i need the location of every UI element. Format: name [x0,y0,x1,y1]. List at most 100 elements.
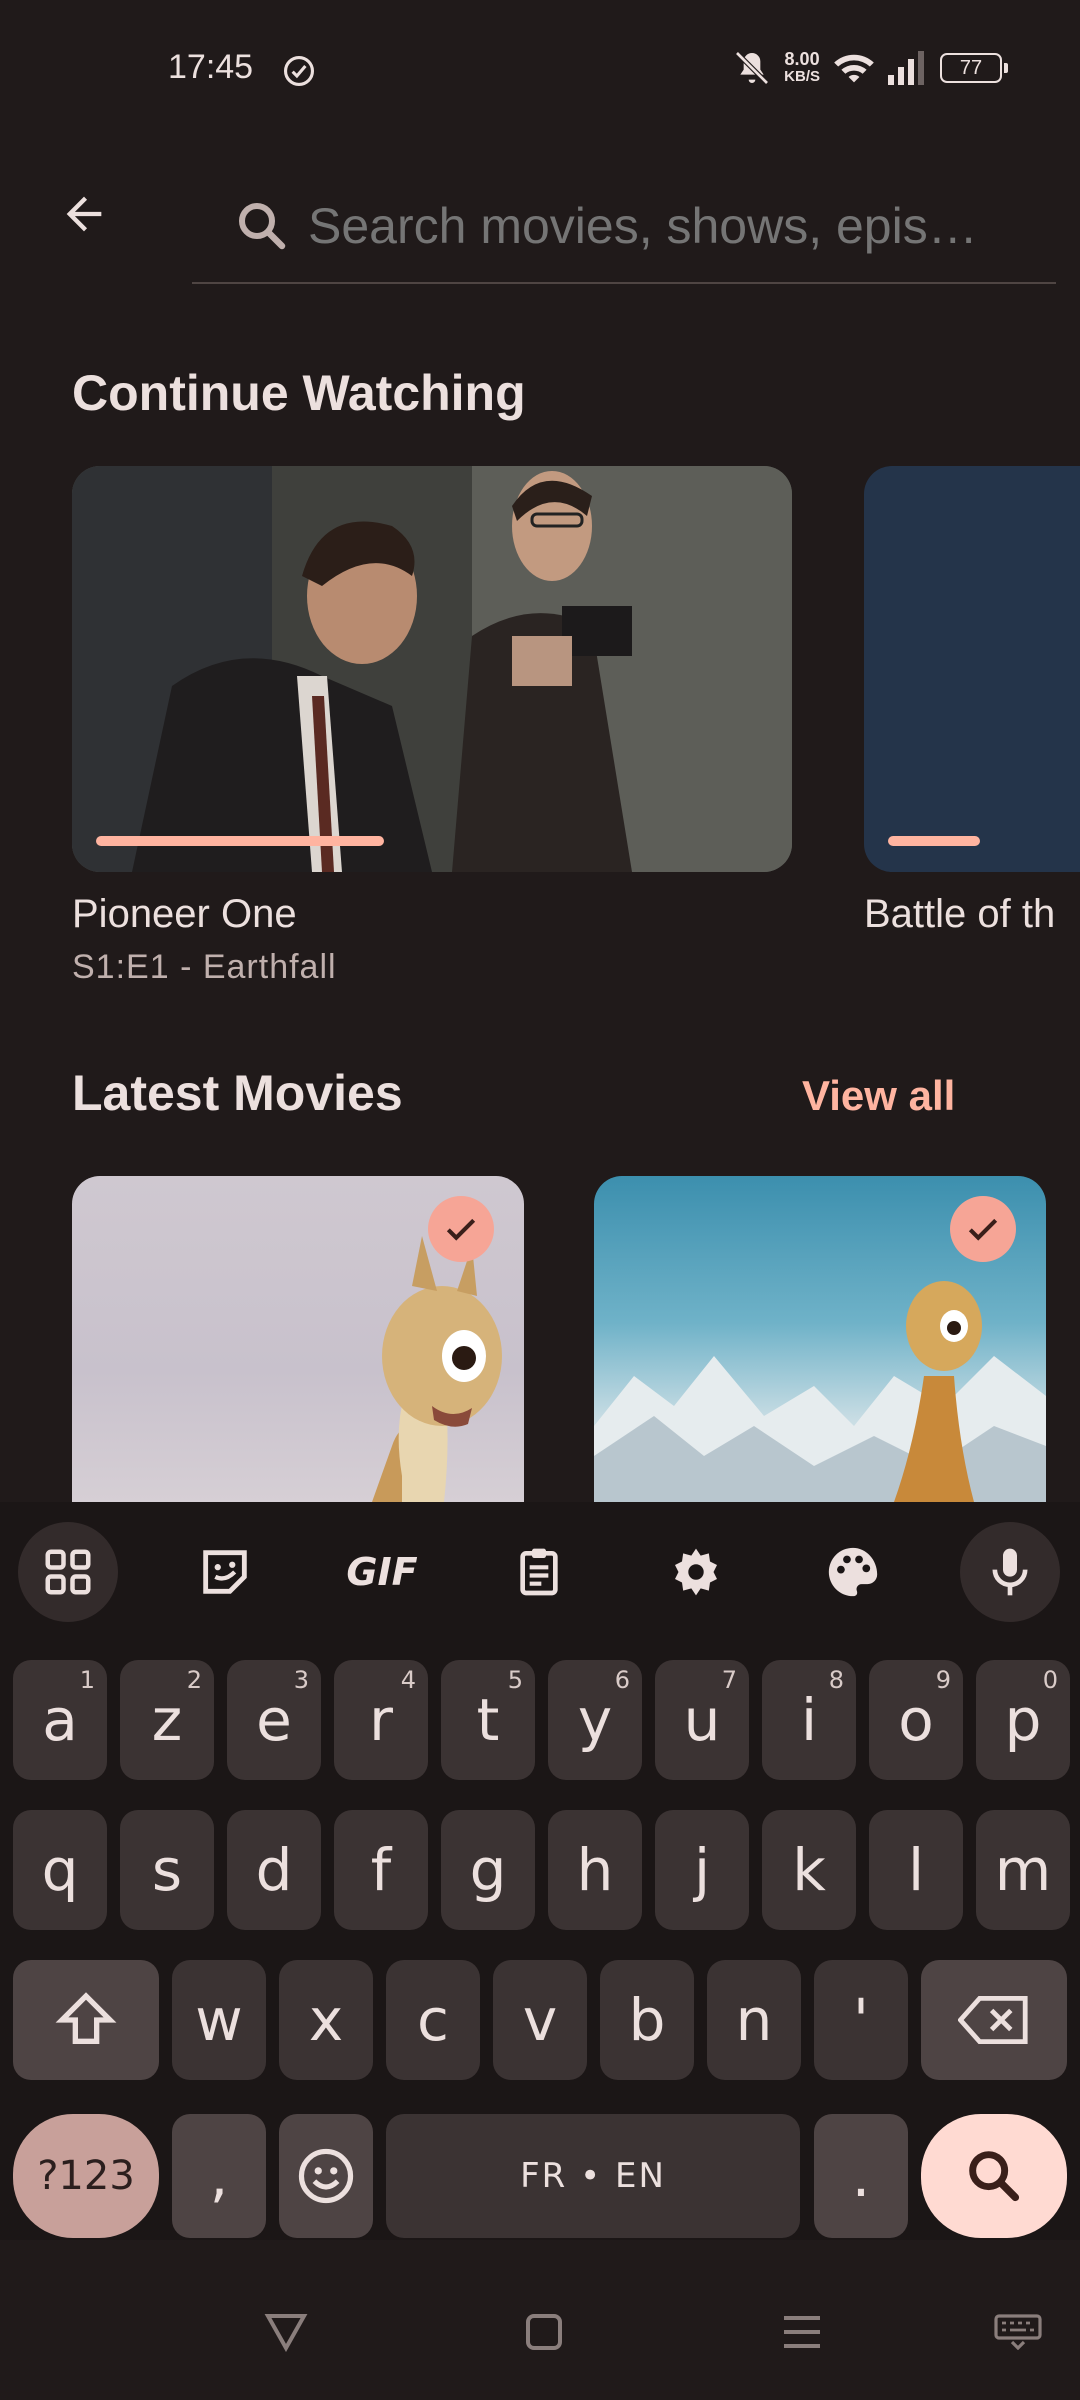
key-u[interactable]: u7 [655,1660,749,1780]
clipboard-button[interactable] [489,1522,589,1622]
bell-off-icon [735,51,769,85]
key-label: a [42,1686,78,1754]
continue-watching-card[interactable] [72,466,792,872]
keyboard-hide-icon[interactable] [994,2314,1042,2350]
key-apostrophe[interactable]: ' [814,1960,908,2080]
check-icon [968,1218,998,1241]
search-icon [969,2151,1020,2202]
watch-progress-bar [888,836,980,846]
key-label: u [683,1686,721,1754]
nav-back-icon[interactable] [264,2312,308,2352]
status-time: 17:45 [168,48,254,86]
search-action-key[interactable] [921,2114,1067,2238]
shift-icon [55,1992,117,2044]
sticker-button[interactable] [175,1522,275,1622]
search-input[interactable] [308,197,1048,255]
symbols-key[interactable]: ?123 [13,2114,159,2238]
key-d[interactable]: d [227,1810,321,1930]
key-hint: 9 [935,1666,951,1694]
latest-movies-title: Latest Movies [72,1065,403,1121]
backspace-key[interactable] [921,1960,1067,2080]
key-c[interactable]: c [386,1960,480,2080]
key-p[interactable]: p0 [976,1660,1070,1780]
nav-home-icon[interactable] [524,2312,564,2352]
status-icons: 8.00 KB/S 77 [732,48,1008,88]
back-button[interactable] [48,178,120,250]
grid-icon [45,1549,91,1595]
period-key[interactable]: . [814,2114,908,2238]
key-q[interactable]: q [13,1810,107,1930]
episode-show-name: Pioneer One [72,892,297,936]
continue-watching-card[interactable] [864,466,1080,872]
theme-button[interactable] [803,1522,903,1622]
key-y[interactable]: y6 [548,1660,642,1780]
key-o[interactable]: o9 [869,1660,963,1780]
microphone-icon [992,1548,1028,1596]
view-all-button[interactable]: View all [802,1072,955,1120]
emoji-icon [298,2148,354,2204]
key-b[interactable]: b [600,1960,694,2080]
episode-thumbnail [72,466,792,872]
key-l[interactable]: l [869,1810,963,1930]
key-w[interactable]: w [172,1960,266,2080]
key-m[interactable]: m [976,1810,1070,1930]
key-hint: 3 [293,1666,309,1694]
search-bar[interactable] [192,170,1056,284]
key-hint: 4 [400,1666,416,1694]
gif-button[interactable]: GIF [332,1522,432,1622]
comma-key[interactable]: , [172,2114,266,2238]
nav-recents-icon[interactable] [782,2314,822,2350]
wifi-icon [834,54,874,83]
key-r[interactable]: r4 [334,1660,428,1780]
watch-progress-bar [96,836,384,846]
key-hint: 1 [79,1666,95,1694]
key-f[interactable]: f [334,1810,428,1930]
speed-value: 8.00 [784,49,820,69]
network-speed: 8.00 KB/S [784,50,820,86]
key-a[interactable]: a1 [13,1660,107,1780]
key-n[interactable]: n [707,1960,801,2080]
key-label: t [476,1686,500,1754]
key-z[interactable]: z2 [120,1660,214,1780]
space-key[interactable]: FR • EN [386,2114,800,2238]
speed-unit: KB/S [784,68,820,85]
key-label: o [898,1686,934,1754]
gear-icon [675,1548,717,1596]
key-j[interactable]: j [655,1810,749,1930]
key-label: e [256,1686,292,1754]
key-k[interactable]: k [762,1810,856,1930]
key-label: y [577,1686,613,1754]
gif-label: GIF [346,1550,418,1594]
key-e[interactable]: e3 [227,1660,321,1780]
verified-check-icon [283,55,315,87]
shift-key[interactable] [13,1960,159,2080]
key-hint: 2 [186,1666,202,1694]
key-label: z [151,1686,183,1754]
key-label: p [1004,1686,1042,1754]
key-label: i [800,1686,818,1754]
apps-grid-button[interactable] [18,1522,118,1622]
movie-card[interactable] [72,1176,524,1502]
emoji-key[interactable] [279,2114,373,2238]
clipboard-icon [520,1548,558,1596]
voice-input-button[interactable] [960,1522,1060,1622]
key-h[interactable]: h [548,1810,642,1930]
check-icon [446,1218,476,1241]
key-hint: 7 [721,1666,737,1694]
settings-button[interactable] [646,1522,746,1622]
key-hint: 0 [1042,1666,1058,1694]
arrow-back-icon [66,196,102,232]
continue-watching-title: Continue Watching [72,365,526,421]
watched-badge [950,1196,1016,1262]
key-x[interactable]: x [279,1960,373,2080]
key-i[interactable]: i8 [762,1660,856,1780]
movie-card[interactable] [594,1176,1046,1502]
key-s[interactable]: s [120,1810,214,1930]
key-g[interactable]: g [441,1810,535,1930]
sticker-icon [203,1550,247,1594]
key-v[interactable]: v [493,1960,587,2080]
battery-indicator: 77 [940,53,1008,83]
key-t[interactable]: t5 [441,1660,535,1780]
backspace-icon [958,1996,1028,2044]
key-hint: 8 [828,1666,844,1694]
